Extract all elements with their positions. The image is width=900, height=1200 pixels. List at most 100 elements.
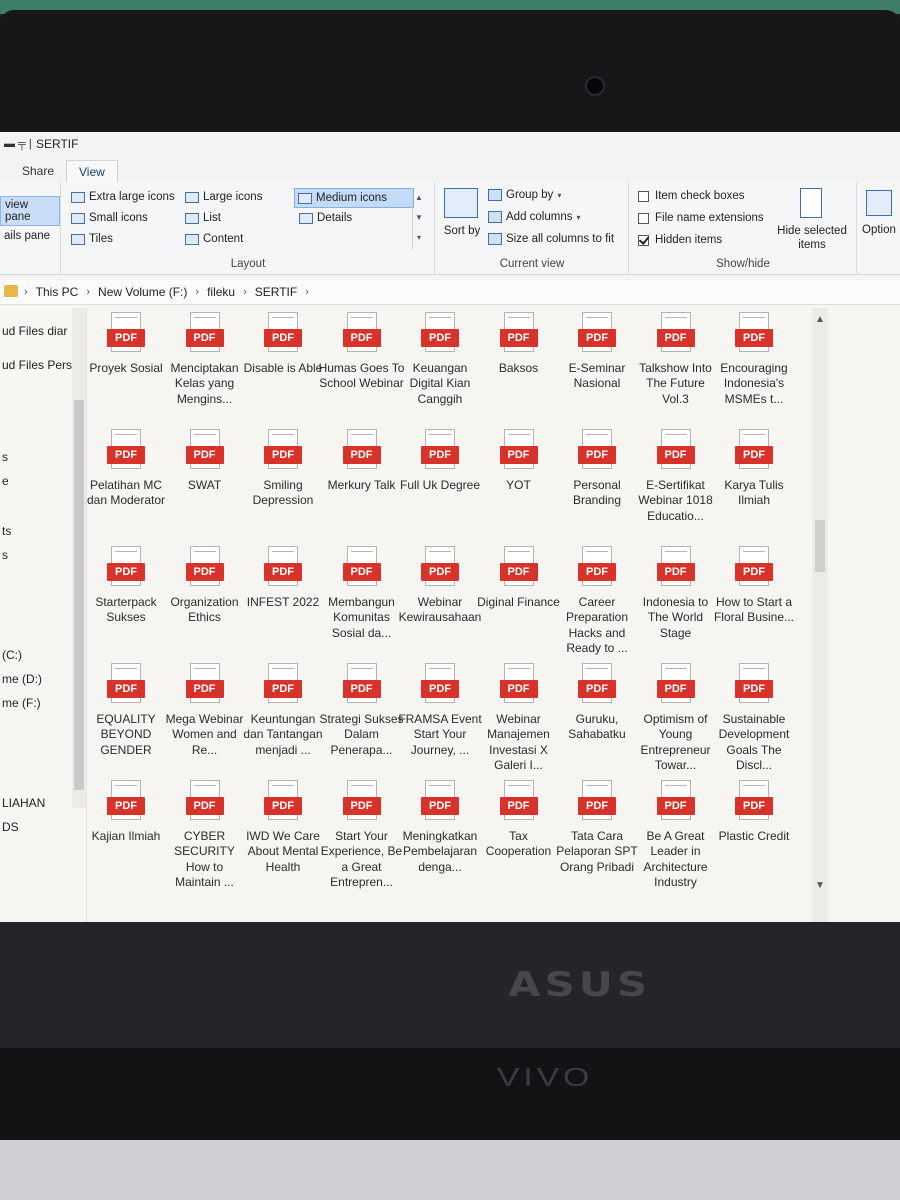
group-by-button[interactable]: Group by ▾ <box>488 189 561 201</box>
file-item[interactable]: PDF Plastic Credit <box>711 780 797 844</box>
breadcrumb-new-volume[interactable]: New Volume (F:) <box>98 285 187 299</box>
file-item[interactable]: PDF Webinar Kewirausahaan <box>397 546 483 626</box>
sort-by-button[interactable]: Sort by <box>442 224 482 238</box>
details-icon <box>299 212 313 224</box>
nav-item-cloud-files-1[interactable]: ud Files diar <box>2 324 67 338</box>
content-scrollbar-thumb[interactable] <box>815 520 825 572</box>
file-item[interactable]: PDF How to Start a Floral Busine... <box>711 546 797 626</box>
scroll-up-arrow-icon[interactable]: ▲ <box>815 314 825 325</box>
layout-gallery-scroller[interactable]: ▲ ▼ ▾ <box>412 188 425 250</box>
file-item[interactable]: PDF Keuangan Digital Kian Canggih <box>397 312 483 407</box>
address-bar[interactable]: › This PC › New Volume (F:) › fileku › S… <box>0 280 900 305</box>
file-item[interactable]: PDF CYBER SECURITY How to Maintain ... <box>162 780 248 890</box>
pdf-file-icon: PDF <box>735 663 773 709</box>
file-item[interactable]: PDF Tax Cooperation <box>476 780 562 860</box>
file-item[interactable]: PDF Be A Great Leader in Architecture Ind… <box>633 780 719 890</box>
file-item[interactable]: PDF INFEST 2022 <box>240 546 326 610</box>
panes-group: view pane ails pane <box>0 182 61 274</box>
file-item[interactable]: PDF Full Uk Degree <box>397 429 483 493</box>
file-item[interactable]: PDF Humas Goes To School Webinar <box>319 312 405 392</box>
nav-item-6[interactable]: s <box>2 548 8 562</box>
file-item[interactable]: PDF Organization Ethics <box>162 546 248 626</box>
details-pane-button[interactable]: ails pane <box>0 228 54 244</box>
breadcrumb-fileku[interactable]: fileku <box>207 285 235 299</box>
file-name: Baksos <box>498 361 539 375</box>
file-item[interactable]: PDF Diginal Finance <box>476 546 562 610</box>
tab-view[interactable]: View <box>66 160 118 183</box>
file-item[interactable]: PDF Career Preparation Hacks and Ready to… <box>554 546 640 656</box>
file-item[interactable]: PDF Guruku, Sahabatku <box>554 663 640 743</box>
nav-item-drive-d[interactable]: me (D:) <box>2 672 42 686</box>
options-button[interactable]: Option <box>862 224 896 236</box>
item-check-boxes-toggle[interactable]: Item check boxes <box>638 190 744 202</box>
content-scrollbar[interactable] <box>812 308 828 922</box>
nav-item-ds[interactable]: DS <box>2 820 19 834</box>
layout-content[interactable]: Content <box>182 230 246 248</box>
item-check-boxes-checkbox[interactable] <box>638 190 649 202</box>
file-item[interactable]: PDF EQUALITY BEYOND GENDER <box>83 663 169 758</box>
nav-item-drive-f[interactable]: me (F:) <box>2 696 41 710</box>
nav-item-5[interactable]: ts <box>2 524 11 538</box>
file-item[interactable]: PDF Optimism of Young Entrepreneur Towar.… <box>633 663 719 773</box>
nav-item-cloud-files-2[interactable]: ud Files Pers <box>2 358 72 372</box>
file-item[interactable]: PDF Karya Tulis Ilmiah <box>711 429 797 509</box>
file-item[interactable]: PDF Strategi Sukses Dalam Penerapa... <box>319 663 405 758</box>
file-name: Encouraging Indonesia's MSMEs t... <box>720 361 788 406</box>
pdf-badge: PDF <box>656 446 695 464</box>
file-item[interactable]: PDF Starterpack Sukses <box>83 546 169 626</box>
quick-access-icon[interactable]: ▬ ╤ | <box>4 138 32 150</box>
file-item[interactable]: PDF Membangun Komunitas Sosial da... <box>319 546 405 641</box>
file-item[interactable]: PDF Pelatihan MC dan Moderator <box>83 429 169 509</box>
nav-item-liahan[interactable]: LIAHAN <box>2 796 45 810</box>
file-item[interactable]: PDF E-Seminar Nasional <box>554 312 640 392</box>
layout-large-icons[interactable]: Large icons <box>182 188 265 206</box>
file-item[interactable]: PDF Disable is Able <box>240 312 326 376</box>
file-item[interactable]: PDF Smiling Depression <box>240 429 326 509</box>
file-name-extensions-checkbox[interactable] <box>638 212 649 224</box>
file-item[interactable]: PDF Merkury Talk <box>319 429 405 493</box>
file-item[interactable]: PDF Proyek Sosial <box>83 312 169 376</box>
hidden-items-toggle[interactable]: Hidden items <box>638 234 722 246</box>
file-item[interactable]: PDF YOT <box>476 429 562 493</box>
file-item[interactable]: PDF Start Your Experience, Be a Great Ent… <box>319 780 405 890</box>
add-columns-button[interactable]: Add columns ▾ <box>488 211 581 223</box>
layout-extra-large-icons[interactable]: Extra large icons <box>68 188 178 206</box>
file-item[interactable]: PDF Mega Webinar Women and Re... <box>162 663 248 758</box>
breadcrumb-sertif[interactable]: SERTIF <box>255 285 297 299</box>
layout-details[interactable]: Details <box>296 209 355 227</box>
file-item[interactable]: PDF FRAMSA Event Start Your Journey, ... <box>397 663 483 758</box>
tab-share[interactable]: Share <box>10 160 66 182</box>
file-item[interactable]: PDF Talkshow Into The Future Vol.3 <box>633 312 719 407</box>
size-columns-button[interactable]: Size all columns to fit <box>488 233 614 245</box>
nav-item-3[interactable]: s <box>2 450 8 464</box>
scroll-down-arrow-icon[interactable]: ▼ <box>815 880 825 891</box>
file-item[interactable]: PDF Keuntungan dan Tantangan menjadi ... <box>240 663 326 758</box>
file-item[interactable]: PDF Personal Branding <box>554 429 640 509</box>
layout-medium-icons[interactable]: Medium icons <box>294 188 414 208</box>
layout-tiles[interactable]: Tiles <box>68 230 116 248</box>
hide-selected-items-button[interactable]: Hide selected items <box>774 224 850 252</box>
layout-small-icons[interactable]: Small icons <box>68 209 151 227</box>
file-item[interactable]: PDF Indonesia to The World Stage <box>633 546 719 641</box>
file-item[interactable]: PDF Tata Cara Pelaporan SPT Orang Pribadi <box>554 780 640 875</box>
breadcrumb-this-pc[interactable]: This PC <box>36 285 79 299</box>
hidden-items-checkbox[interactable] <box>638 234 649 246</box>
file-name-extensions-toggle[interactable]: File name extensions <box>638 212 764 224</box>
preview-pane <box>830 308 900 922</box>
file-item[interactable]: PDF Webinar Manajemen Investasi X Galeri … <box>476 663 562 773</box>
file-item[interactable]: PDF Kajian Ilmiah <box>83 780 169 844</box>
file-item[interactable]: PDF Encouraging Indonesia's MSMEs t... <box>711 312 797 407</box>
pdf-badge: PDF <box>342 329 381 347</box>
pdf-file-icon: PDF <box>656 780 695 826</box>
file-item[interactable]: PDF Baksos <box>476 312 562 376</box>
file-item[interactable]: PDF SWAT <box>162 429 248 493</box>
preview-pane-button[interactable]: view pane <box>0 196 60 226</box>
file-item[interactable]: PDF Sustainable Development Goals The Dis… <box>711 663 797 773</box>
nav-item-4[interactable]: e <box>2 474 9 488</box>
file-item[interactable]: PDF Menciptakan Kelas yang Mengins... <box>162 312 248 407</box>
layout-list[interactable]: List <box>182 209 224 227</box>
nav-item-drive-c[interactable]: (C:) <box>2 648 22 662</box>
file-item[interactable]: PDF E-Sertifikat Webinar 1018 Educatio... <box>633 429 719 524</box>
file-item[interactable]: PDF IWD We Care About Mental Health <box>240 780 326 875</box>
file-item[interactable]: PDF Meningkatkan Pembelajaran dengа... <box>397 780 483 875</box>
